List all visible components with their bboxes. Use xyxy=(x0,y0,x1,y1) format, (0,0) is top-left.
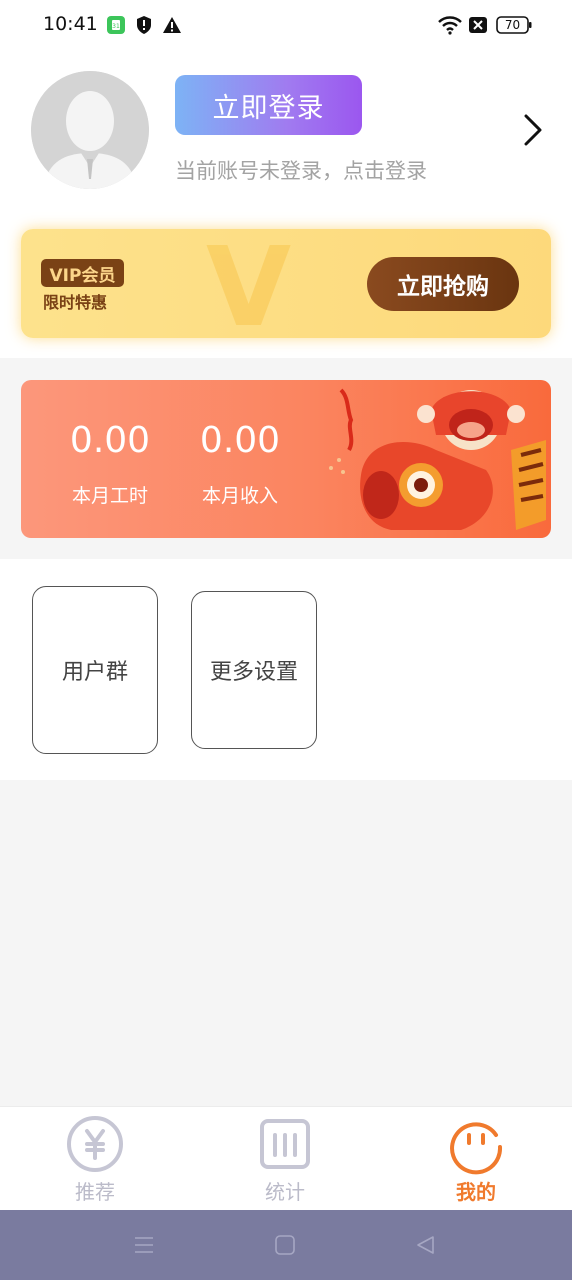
warning-icon xyxy=(162,15,182,35)
login-hint[interactable]: 当前账号未登录，点击登录 xyxy=(175,155,427,185)
buy-now-button[interactable]: 立即抢购 xyxy=(367,257,519,311)
tab-stats[interactable]: 统计 xyxy=(235,1176,335,1205)
work-hours-value: 0.00 xyxy=(69,420,151,461)
home-icon[interactable] xyxy=(274,1234,296,1256)
svg-text:31: 31 xyxy=(112,23,120,30)
yen-icon[interactable] xyxy=(65,1115,125,1175)
status-time: 10:41 xyxy=(43,13,98,35)
wifi-icon xyxy=(437,15,463,35)
login-button[interactable]: 立即登录 xyxy=(175,75,362,135)
chevron-right-icon[interactable] xyxy=(518,112,548,148)
vip-watermark-icon: V xyxy=(206,229,292,338)
avatar[interactable] xyxy=(31,71,149,189)
vip-subtitle: 限时特惠 xyxy=(43,293,108,312)
tab-mine[interactable]: 我的 xyxy=(426,1176,526,1205)
income-value: 0.00 xyxy=(199,420,281,461)
income-label: 本月收入 xyxy=(201,485,278,507)
app-notification-icon: 31 xyxy=(106,15,126,35)
user-group-button[interactable]: 用户群 xyxy=(32,586,158,754)
close-box-icon xyxy=(468,15,488,35)
battery-level: 70 xyxy=(504,18,521,32)
battery-icon: 70 xyxy=(496,16,532,34)
work-hours-label: 本月工时 xyxy=(71,485,148,507)
tab-recommend[interactable]: 推荐 xyxy=(45,1176,145,1205)
vip-badge: VIP会员 xyxy=(41,259,124,287)
menu-icon[interactable] xyxy=(133,1234,155,1256)
shield-icon xyxy=(134,15,154,35)
tiger-illustration-icon xyxy=(329,388,546,530)
back-icon[interactable] xyxy=(414,1234,436,1256)
more-settings-button[interactable]: 更多设置 xyxy=(191,591,317,749)
smile-face-icon[interactable] xyxy=(446,1115,506,1175)
stats-icon[interactable] xyxy=(255,1115,315,1175)
